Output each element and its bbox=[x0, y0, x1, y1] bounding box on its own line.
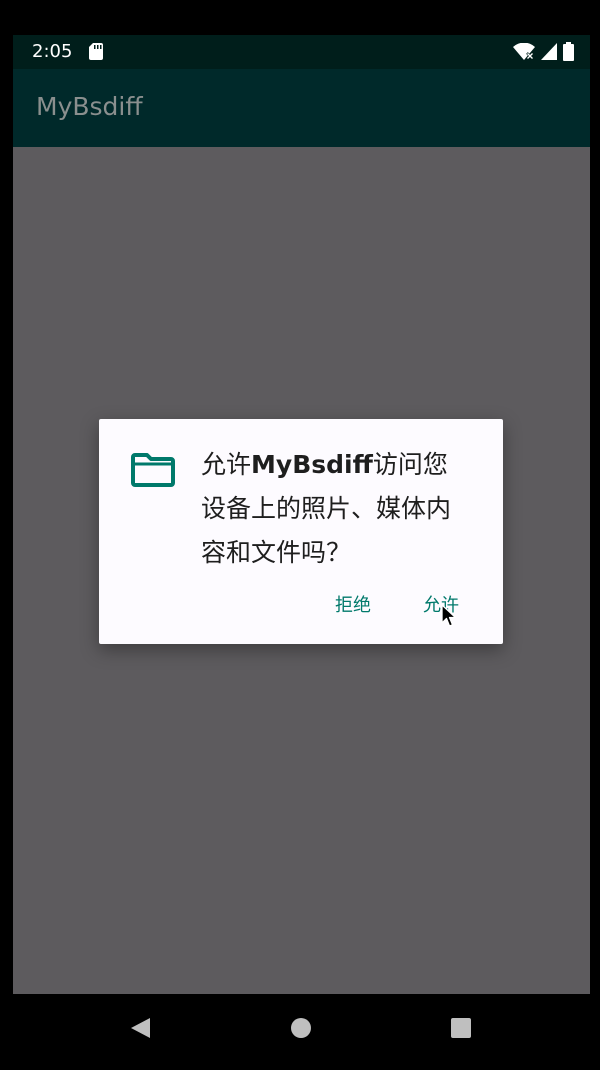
mouse-cursor-icon bbox=[441, 604, 457, 632]
folder-icon bbox=[131, 453, 175, 491]
message-app-name: MyBsdiff bbox=[251, 450, 373, 479]
navigation-bar bbox=[0, 994, 600, 1070]
app-bar: MyBsdiff bbox=[13, 69, 590, 147]
signal-icon bbox=[541, 43, 557, 64]
recents-icon[interactable] bbox=[450, 1016, 472, 1044]
dialog-message: 允许MyBsdiff访问您设备上的照片、媒体内容和文件吗？ bbox=[201, 443, 471, 575]
wifi-icon bbox=[513, 42, 535, 65]
sd-card-icon bbox=[89, 43, 103, 64]
battery-icon bbox=[563, 42, 574, 65]
back-icon[interactable] bbox=[128, 1016, 152, 1044]
app-title: MyBsdiff bbox=[36, 92, 143, 121]
device-frame: 2:05 MyBsdiff 允许MyBsdiff访问您设备上的照片、媒体内容和文… bbox=[0, 0, 600, 1070]
status-bar: 2:05 bbox=[13, 35, 590, 69]
deny-button[interactable]: 拒绝 bbox=[335, 591, 371, 617]
home-icon[interactable] bbox=[290, 1016, 312, 1044]
message-prefix: 允许 bbox=[201, 450, 252, 479]
status-time: 2:05 bbox=[32, 41, 73, 62]
status-icons bbox=[513, 42, 574, 65]
